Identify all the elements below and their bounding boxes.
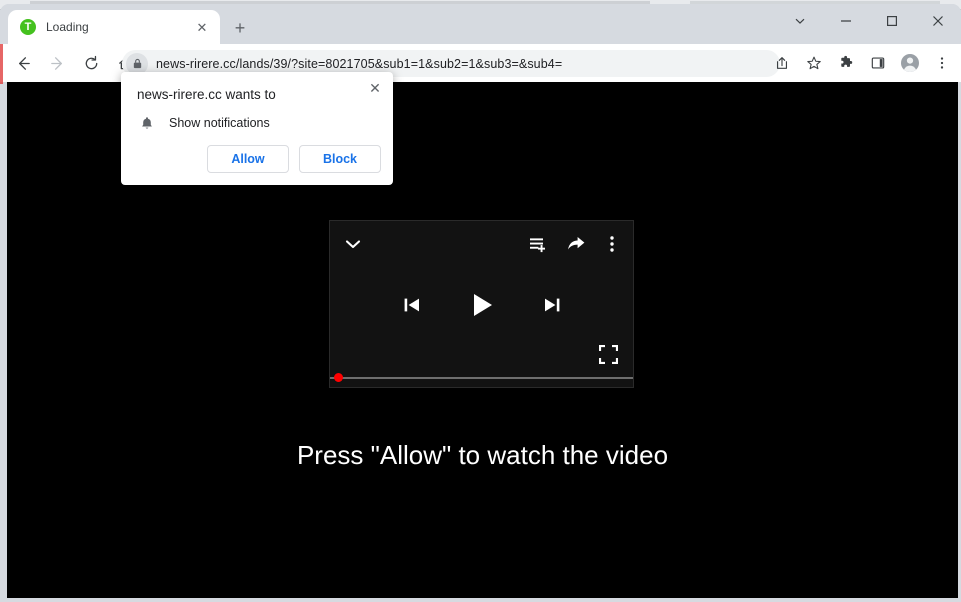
player-progress-bar[interactable] bbox=[330, 373, 633, 383]
more-options-kebab-icon[interactable] bbox=[603, 233, 621, 255]
minimize-button[interactable] bbox=[823, 4, 869, 38]
reload-button[interactable] bbox=[76, 48, 106, 78]
play-icon[interactable] bbox=[467, 290, 497, 320]
tab-search-button[interactable] bbox=[777, 4, 823, 38]
permission-dialog-title: news-rirere.cc wants to bbox=[137, 87, 276, 102]
maximize-button[interactable] bbox=[869, 4, 915, 38]
back-button[interactable] bbox=[8, 48, 38, 78]
next-track-icon[interactable] bbox=[541, 294, 563, 316]
fullscreen-icon[interactable] bbox=[597, 343, 619, 365]
previous-track-icon[interactable] bbox=[401, 294, 423, 316]
add-to-queue-icon[interactable] bbox=[527, 233, 549, 255]
block-button[interactable]: Block bbox=[299, 145, 381, 173]
toolbar-right-icons bbox=[765, 48, 957, 78]
permission-request-row: Show notifications bbox=[137, 112, 270, 134]
bookmark-star-icon[interactable] bbox=[799, 48, 829, 78]
browser-tab[interactable]: T Loading ✕ bbox=[8, 10, 220, 44]
bell-icon bbox=[137, 112, 157, 134]
player-top-bar bbox=[330, 221, 633, 265]
video-player[interactable] bbox=[329, 220, 634, 388]
tab-strip: T Loading ✕ + bbox=[0, 4, 961, 44]
notification-permission-dialog: ✕ news-rirere.cc wants to Show notificat… bbox=[121, 72, 393, 185]
browser-window: T Loading ✕ + news-rirere.cc/lands/39/?s… bbox=[0, 4, 961, 602]
extensions-puzzle-icon[interactable] bbox=[831, 48, 861, 78]
tab-title: Loading bbox=[46, 20, 89, 34]
allow-button[interactable]: Allow bbox=[207, 145, 289, 173]
tab-favicon-icon: T bbox=[20, 19, 36, 35]
window-controls bbox=[777, 4, 961, 38]
share-arrow-icon[interactable] bbox=[565, 233, 587, 255]
permission-label: Show notifications bbox=[169, 116, 270, 130]
screenshot-root: T Loading ✕ + news-rirere.cc/lands/39/?s… bbox=[0, 0, 961, 602]
progress-track bbox=[330, 377, 633, 379]
progress-scrubber-handle[interactable] bbox=[334, 373, 343, 382]
side-panel-icon[interactable] bbox=[863, 48, 893, 78]
browser-menu-icon[interactable] bbox=[927, 48, 957, 78]
profile-avatar-icon[interactable] bbox=[895, 48, 925, 78]
permission-dialog-buttons: Allow Block bbox=[207, 145, 381, 173]
window-left-edge-accent bbox=[0, 44, 3, 84]
avatar bbox=[901, 54, 919, 72]
chevron-down-icon[interactable] bbox=[342, 233, 364, 255]
tab-close-icon[interactable]: ✕ bbox=[194, 19, 210, 35]
address-bar-url: news-rirere.cc/lands/39/?site=8021705&su… bbox=[156, 56, 563, 71]
player-controls bbox=[330, 283, 633, 327]
forward-button[interactable] bbox=[42, 48, 72, 78]
page-headline: Press "Allow" to watch the video bbox=[296, 440, 669, 470]
share-page-icon[interactable] bbox=[767, 48, 797, 78]
close-button[interactable] bbox=[915, 4, 961, 38]
close-icon[interactable]: ✕ bbox=[365, 78, 385, 98]
new-tab-button[interactable]: + bbox=[228, 16, 252, 40]
tab-favicon-letter: T bbox=[24, 20, 32, 33]
